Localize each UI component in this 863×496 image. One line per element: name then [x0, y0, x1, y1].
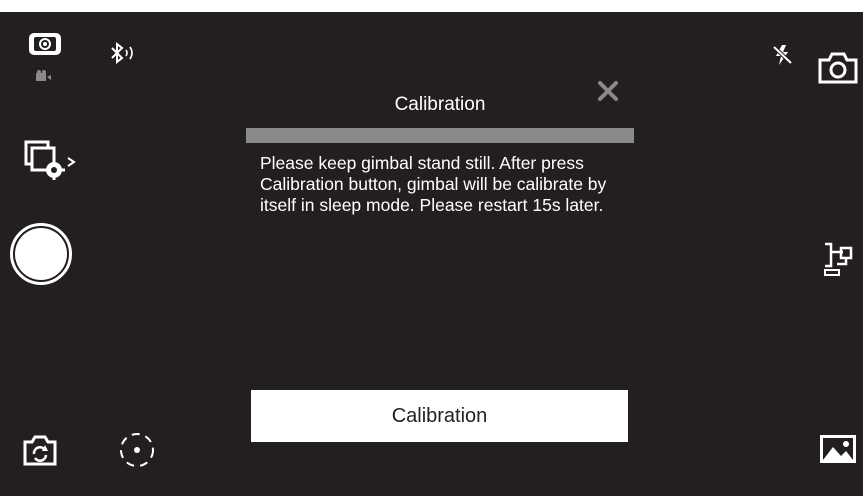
camera-screen: Calibration Please keep gimbal stand sti…	[0, 12, 863, 496]
calibration-instructions: Please keep gimbal stand still. After pr…	[260, 153, 607, 215]
shutter-button-inner	[15, 228, 67, 280]
settings-icon[interactable]	[22, 140, 80, 180]
photo-mode-icon[interactable]	[28, 32, 62, 56]
calibration-progress-fill	[246, 128, 634, 143]
gimbal-mode-icon[interactable]	[821, 240, 855, 278]
shutter-button[interactable]	[10, 223, 72, 285]
gallery-icon[interactable]	[819, 434, 857, 464]
dialog-title: Calibration	[394, 94, 486, 115]
camera-icon[interactable]	[818, 52, 858, 84]
flash-off-icon[interactable]	[772, 44, 794, 66]
bluetooth-icon	[108, 42, 140, 64]
close-icon[interactable]	[592, 75, 624, 107]
video-mode-icon[interactable]	[35, 70, 53, 82]
focus-target-icon[interactable]	[117, 430, 157, 470]
switch-camera-icon[interactable]	[23, 434, 57, 466]
calibration-progress-bar	[246, 128, 634, 143]
calibration-button[interactable]: Calibration	[251, 390, 628, 442]
